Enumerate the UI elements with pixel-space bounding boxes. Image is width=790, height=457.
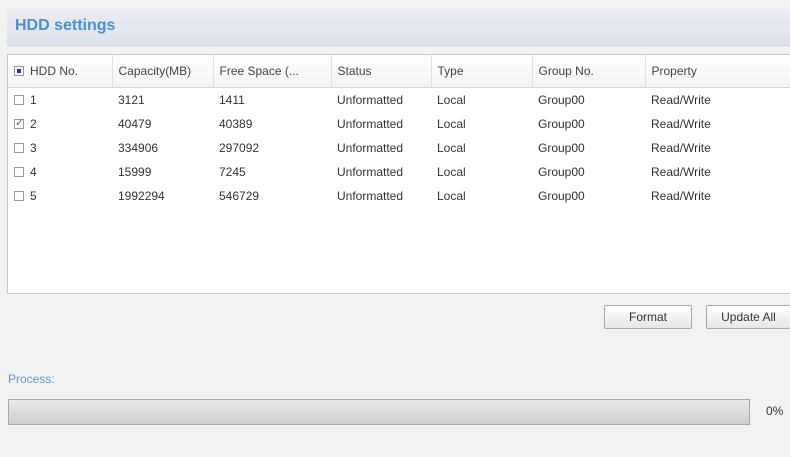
cell-type: Local: [437, 141, 466, 155]
row-checkbox[interactable]: [14, 191, 24, 201]
row-checkbox[interactable]: [14, 95, 24, 105]
cell-capacity: 334906: [118, 141, 159, 155]
table-header-row: HDD No. Capacity(MB) Free Space (... Sta…: [8, 55, 790, 88]
row-checkbox[interactable]: [14, 116, 24, 129]
cell-property: Read/Write: [651, 189, 711, 203]
cell-capacity: 15999: [118, 165, 152, 179]
table-row[interactable]: 2 40479 40389 Unformatted Local Group00 Read/W…: [8, 112, 790, 136]
cell-hdd-no: 2: [8, 112, 112, 136]
cell-group: Group00: [538, 117, 585, 131]
cell-free-space: 546729: [219, 189, 260, 203]
progress-bar: [8, 399, 750, 425]
cell-status: Unformatted: [337, 141, 404, 155]
column-header-group-no[interactable]: Group No.: [532, 55, 646, 88]
cell-type: Local: [437, 93, 466, 107]
cell-free-space: 1411: [219, 93, 245, 107]
cell-group: Group00: [538, 93, 585, 107]
cell-status: Unformatted: [337, 93, 404, 107]
column-header-status[interactable]: Status: [331, 55, 432, 88]
cell-free-space: 40389: [219, 117, 253, 131]
cell-property: Read/Write: [651, 93, 711, 107]
cell-hdd-no: 4: [8, 160, 112, 184]
cell-property: Read/Write: [651, 165, 711, 179]
cell-type: Local: [437, 117, 466, 131]
update-all-button[interactable]: Update All: [706, 305, 790, 329]
table-row[interactable]: 4 15999 7245 Unformatted Local Group00 Read/Wr…: [8, 160, 790, 184]
title-bar: HDD settings: [7, 7, 790, 46]
cell-free-space: 297092: [219, 141, 260, 155]
hdd-table: HDD No. Capacity(MB) Free Space (... Sta…: [8, 55, 790, 208]
cell-status: Unformatted: [337, 189, 404, 203]
cell-group: Group00: [538, 189, 585, 203]
row-checkbox[interactable]: [14, 143, 24, 153]
cell-type: Local: [437, 165, 466, 179]
cell-hdd-no: 3: [8, 136, 112, 160]
cell-hdd-no: 1: [8, 88, 112, 113]
format-button[interactable]: Format: [604, 305, 692, 329]
cell-status: Unformatted: [337, 165, 404, 179]
cell-group: Group00: [538, 141, 585, 155]
column-header-type[interactable]: Type: [431, 55, 533, 88]
cell-capacity: 40479: [118, 117, 152, 131]
cell-status: Unformatted: [337, 117, 404, 131]
cell-hdd-no: 5: [8, 184, 112, 208]
cell-property: Read/Write: [651, 117, 711, 131]
cell-type: Local: [437, 189, 466, 203]
row-checkbox[interactable]: [14, 167, 24, 177]
cell-group: Group00: [538, 165, 585, 179]
process-label: Process:: [8, 372, 55, 386]
cell-property: Read/Write: [651, 141, 711, 155]
table-row[interactable]: 5 1992294 546729 Unformatted Local Group00 Rea…: [8, 184, 790, 208]
hdd-table-panel: HDD No. Capacity(MB) Free Space (... Sta…: [7, 54, 790, 294]
table-row[interactable]: 1 3121 1411 Unformatted Local Group00 Read/Wri…: [8, 88, 790, 113]
column-header-capacity[interactable]: Capacity(MB): [112, 55, 214, 88]
column-header-free-space[interactable]: Free Space (...: [213, 55, 332, 88]
select-all-checkbox[interactable]: [14, 66, 24, 76]
column-header-property[interactable]: Property: [645, 55, 790, 88]
progress-percent: 0%: [766, 404, 784, 418]
cell-free-space: 7245: [219, 165, 246, 179]
cell-capacity: 3121: [118, 93, 145, 107]
cell-capacity: 1992294: [118, 189, 165, 203]
column-header-hdd-no[interactable]: HDD No.: [8, 55, 113, 88]
table-row[interactable]: 3 334906 297092 Unformatted Local Group00 Read…: [8, 136, 790, 160]
page-title: HDD settings: [15, 17, 116, 34]
